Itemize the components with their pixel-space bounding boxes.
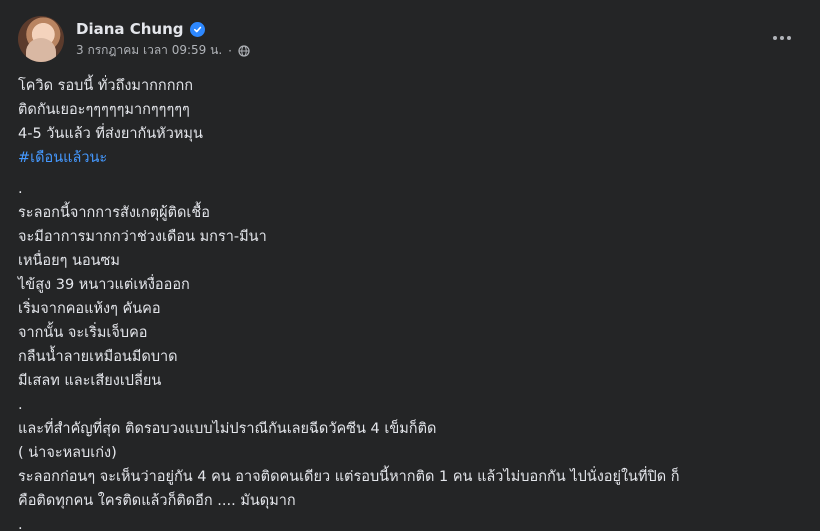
post-text-line: ( น่าจะหลบเก่ง) <box>18 445 117 461</box>
meta-separator: · <box>228 43 232 58</box>
dot-separator: . <box>18 517 23 531</box>
hashtag-row: #เดือนแล้วนะ <box>18 146 800 170</box>
post-text-line: มีเสลท และเสียงเปลี่ยน <box>18 373 162 389</box>
post-header: Diana Chung 3 กรกฎาคม เวลา 09:59 น. · <box>18 14 802 64</box>
post-text-line: ติดกันเยอะๆๆๆๆๆมากๆๆๆๆๆ <box>18 102 190 118</box>
post-text-line: เหนื่อยๆ นอนซม <box>18 253 120 269</box>
dot-separator: . <box>18 181 23 197</box>
post-meta: 3 กรกฎาคม เวลา 09:59 น. · <box>76 41 250 60</box>
post-text-line: 4-5 วันแล้ว ที่ส่งยากันหัวหมุน <box>18 126 203 142</box>
avatar[interactable] <box>18 16 64 62</box>
post-text-line: เริ่มจากคอแห้งๆ คันคอ <box>18 301 161 317</box>
post-text-line: ระลอกก่อนๆ จะเห็นว่าอยู่กัน 4 คน อาจติดค… <box>18 469 680 485</box>
post-text-line: ระลอกนี้จากการสังเกตุผู้ติดเชื้อ <box>18 205 210 221</box>
post-timestamp[interactable]: 3 กรกฎาคม เวลา 09:59 น. <box>76 41 222 60</box>
dot-separator: . <box>18 397 23 413</box>
post-text-line: กลืนน้ำลายเหมือนมีดบาด <box>18 349 178 365</box>
more-options-icon[interactable] <box>768 26 796 50</box>
facebook-post: Diana Chung 3 กรกฎาคม เวลา 09:59 น. · โค… <box>0 0 820 531</box>
post-text-line: ไข้สูง 39 หนาวแต่เหงื่อออก <box>18 277 190 293</box>
more-dot <box>773 36 777 40</box>
post-text-line: จะมีอาการมากกว่าช่วงเดือน มกรา-มีนา <box>18 229 267 245</box>
post-text-line: จากนั้น จะเริ่มเจ็บคอ <box>18 325 148 341</box>
author-name[interactable]: Diana Chung <box>76 20 184 38</box>
verified-badge-icon <box>189 21 205 37</box>
globe-icon[interactable] <box>238 44 250 57</box>
post-text-line: โควิด รอบนี้ ทั่วถึงมากกกกก <box>18 78 194 94</box>
post-body: โควิด รอบนี้ ทั่วถึงมากกกกก ติดกันเยอะๆๆ… <box>18 74 800 531</box>
post-text-line: คือติดทุกคน ใครติดแล้วก็ติดอีก .... มันด… <box>18 493 296 509</box>
more-dot <box>780 36 784 40</box>
post-text-line: และที่สำคัญที่สุด ติดรอบวงแบบไม่ปราณีกัน… <box>18 421 437 437</box>
hashtag-link[interactable]: #เดือนแล้วนะ <box>18 150 107 166</box>
author-row: Diana Chung <box>76 18 205 40</box>
more-dot <box>787 36 791 40</box>
